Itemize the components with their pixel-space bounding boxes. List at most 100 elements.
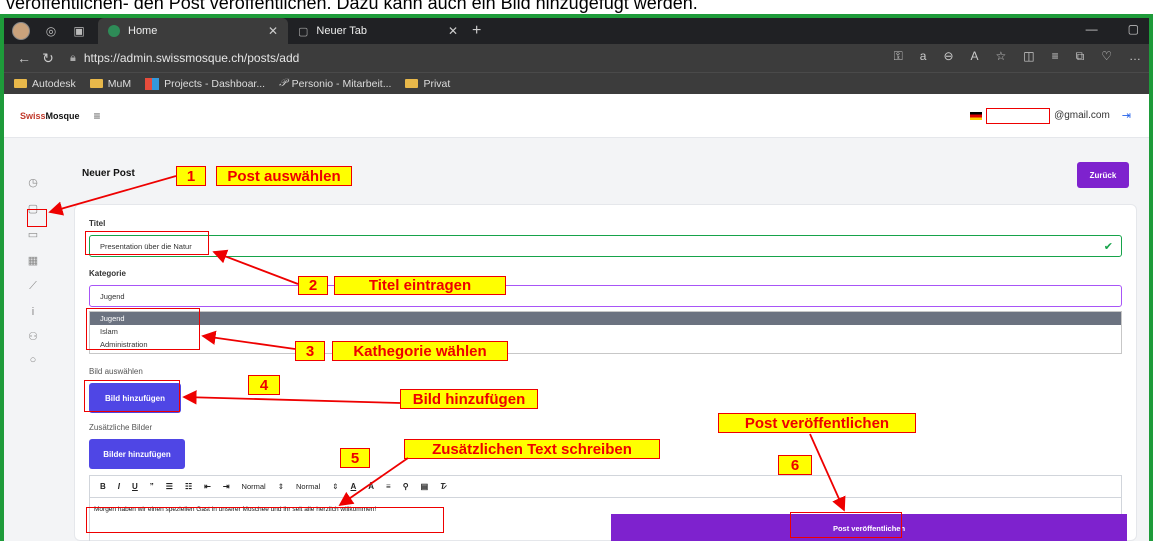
brand-logo[interactable]: SwissMosque bbox=[20, 111, 80, 121]
back-arrow-icon[interactable]: ← bbox=[12, 50, 36, 66]
tab-label: Home bbox=[128, 25, 158, 37]
tab-actions-icon[interactable]: ▣ bbox=[72, 24, 86, 38]
chart-icon[interactable]: ⟋ bbox=[26, 280, 40, 293]
category-select[interactable]: Jugend bbox=[89, 285, 1122, 307]
callout-number-1: 1 bbox=[176, 166, 206, 186]
clear-format-icon[interactable]: T̷ bbox=[440, 482, 445, 491]
image-icon[interactable]: ▤ bbox=[421, 482, 429, 491]
callout-number-6: 6 bbox=[778, 455, 812, 475]
highlight-category-options bbox=[86, 308, 200, 350]
callout-number-3: 3 bbox=[295, 341, 325, 361]
split-screen-icon[interactable]: ◫ bbox=[1023, 49, 1034, 64]
read-aloud-icon[interactable]: A bbox=[971, 49, 979, 64]
highlight-editor-text bbox=[86, 507, 444, 533]
bookmarks-bar: Autodesk MuM Projects - Dashboar... 𝒫 Per… bbox=[4, 72, 1149, 94]
bullet-list-icon[interactable]: ☷ bbox=[185, 482, 192, 491]
indent-icon[interactable]: ⇥ bbox=[223, 482, 230, 491]
more-icon[interactable]: … bbox=[1129, 49, 1141, 64]
chevron-updown-icon: ⇕ bbox=[277, 482, 285, 491]
option-islam[interactable]: Islam bbox=[90, 325, 1121, 338]
window-controls: — ▢ bbox=[1086, 22, 1139, 36]
editor-toolbar: B I U ” ☰ ☷ ⇤ ⇥ Normal ⇕ Normal ⇕ A Ā ≡ … bbox=[90, 476, 1121, 498]
address-bar: ← ↻ 🔒︎ https://admin.swissmosque.ch/post… bbox=[4, 44, 1149, 72]
calendar-icon[interactable]: ▦ bbox=[26, 254, 40, 267]
ordered-list-icon[interactable]: ☰ bbox=[166, 482, 173, 491]
text-color-icon[interactable]: A bbox=[350, 482, 356, 491]
tab-home[interactable]: Home ✕ bbox=[98, 18, 288, 44]
workspaces-icon[interactable]: ◎ bbox=[44, 24, 58, 38]
menu-icon[interactable]: ≡ bbox=[94, 109, 101, 123]
folder-icon bbox=[89, 79, 103, 88]
size-select[interactable]: Normal bbox=[296, 482, 320, 491]
maximize-icon[interactable]: ▢ bbox=[1128, 22, 1139, 36]
zoom-icon[interactable]: ⊖ bbox=[943, 49, 953, 64]
users-icon[interactable]: ⚇ bbox=[26, 330, 40, 343]
callout-number-2: 2 bbox=[298, 276, 328, 295]
page-title: Neuer Post bbox=[82, 168, 135, 179]
header-select[interactable]: Normal bbox=[242, 482, 266, 491]
bookmark-personio[interactable]: 𝒫 Personio - Mitarbeit... bbox=[279, 77, 391, 90]
highlight-title-input bbox=[85, 231, 209, 255]
info-icon[interactable]: i bbox=[26, 306, 40, 318]
back-button[interactable]: Zurück bbox=[1077, 162, 1129, 188]
new-tab-page-icon: ▢ bbox=[298, 25, 309, 38]
brand-black: Mosque bbox=[45, 110, 80, 121]
email-suffix: @gmail.com bbox=[1054, 110, 1110, 121]
add-extra-images-button[interactable]: Bilder hinzufügen bbox=[89, 439, 185, 469]
key-icon[interactable]: ⚿ bbox=[894, 49, 903, 64]
url-text: https://admin.swissmosque.ch/posts/add bbox=[83, 51, 300, 65]
url-field[interactable]: 🔒︎ https://admin.swissmosque.ch/posts/ad… bbox=[70, 47, 299, 69]
outdent-icon[interactable]: ⇤ bbox=[204, 482, 211, 491]
option-administration[interactable]: Administration bbox=[90, 338, 1121, 351]
close-icon[interactable]: ✕ bbox=[448, 24, 458, 38]
app-header: SwissMosque ≡ @gmail.com ⇥ bbox=[4, 94, 1149, 138]
callout-text-5: Zusätzlichen Text schreiben bbox=[404, 439, 660, 459]
highlight-icon[interactable]: Ā bbox=[368, 482, 374, 491]
option-jugend[interactable]: Jugend bbox=[90, 312, 1121, 325]
bold-icon[interactable]: B bbox=[100, 482, 106, 491]
clock-icon[interactable]: ◷ bbox=[26, 176, 40, 189]
underline-icon[interactable]: U bbox=[132, 482, 138, 491]
title-input[interactable]: Presentation über die Natur ✔ bbox=[89, 235, 1122, 257]
extension-icon[interactable]: ♡ bbox=[1101, 49, 1112, 64]
tab-bar: ◎ ▣ Home ✕ ▢ Neuer Tab ✕ + — ▢ bbox=[4, 18, 1149, 44]
folder-icon bbox=[14, 79, 27, 88]
browser-window: ◎ ▣ Home ✕ ▢ Neuer Tab ✕ + — ▢ ← ↻ 🔒︎ ht… bbox=[4, 18, 1149, 541]
callout-text-3: Kathegorie wählen bbox=[332, 341, 508, 361]
folder-icon bbox=[405, 79, 419, 88]
user-info: @gmail.com ⇥ bbox=[970, 107, 1131, 124]
callout-text-2: Titel eintragen bbox=[334, 276, 506, 295]
callout-text-1: Post auswählen bbox=[216, 166, 352, 186]
plus-icon[interactable]: + bbox=[472, 22, 481, 40]
minimize-icon[interactable]: — bbox=[1086, 22, 1098, 36]
callout-number-4: 4 bbox=[248, 375, 280, 395]
close-icon[interactable]: ✕ bbox=[268, 24, 278, 38]
favorite-star-icon[interactable]: ☆ bbox=[996, 49, 1007, 64]
favorites-icon[interactable]: ≡ bbox=[1052, 49, 1059, 64]
translate-icon[interactable]: a bbox=[920, 49, 927, 64]
message-icon[interactable]: ○ bbox=[26, 354, 40, 366]
logout-icon[interactable]: ⇥ bbox=[1122, 109, 1131, 122]
post-form-card: Titel Presentation über die Natur ✔ Kate… bbox=[74, 204, 1137, 541]
highlight-image-button bbox=[84, 380, 180, 412]
bookmark-mum[interactable]: MuM bbox=[89, 78, 131, 90]
screenshot-frame: ◎ ▣ Home ✕ ▢ Neuer Tab ✕ + — ▢ ← ↻ 🔒︎ ht… bbox=[0, 14, 1153, 541]
tab-new[interactable]: ▢ Neuer Tab ✕ bbox=[288, 18, 468, 44]
refresh-icon[interactable]: ↻ bbox=[36, 50, 60, 67]
link-icon[interactable]: ⚲ bbox=[403, 482, 409, 491]
german-flag-icon[interactable] bbox=[970, 111, 983, 120]
lock-icon[interactable]: 🔒︎ bbox=[70, 52, 76, 65]
quote-icon[interactable]: ” bbox=[150, 482, 154, 491]
bookmark-privat[interactable]: Privat bbox=[405, 78, 450, 90]
collections-icon[interactable]: ⧉ bbox=[1076, 49, 1085, 64]
category-label: Kategorie bbox=[89, 269, 126, 278]
chat-post-icon[interactable]: ▭ bbox=[26, 228, 40, 241]
bookmark-projects[interactable]: Projects - Dashboar... bbox=[145, 77, 265, 90]
redacted-email bbox=[986, 107, 1051, 124]
italic-icon[interactable]: I bbox=[118, 482, 120, 491]
callout-number-5: 5 bbox=[340, 448, 370, 468]
bookmark-autodesk[interactable]: Autodesk bbox=[14, 78, 76, 90]
align-icon[interactable]: ≡ bbox=[386, 482, 391, 491]
puzzle-icon bbox=[145, 77, 160, 90]
profile-avatar[interactable] bbox=[12, 22, 30, 40]
